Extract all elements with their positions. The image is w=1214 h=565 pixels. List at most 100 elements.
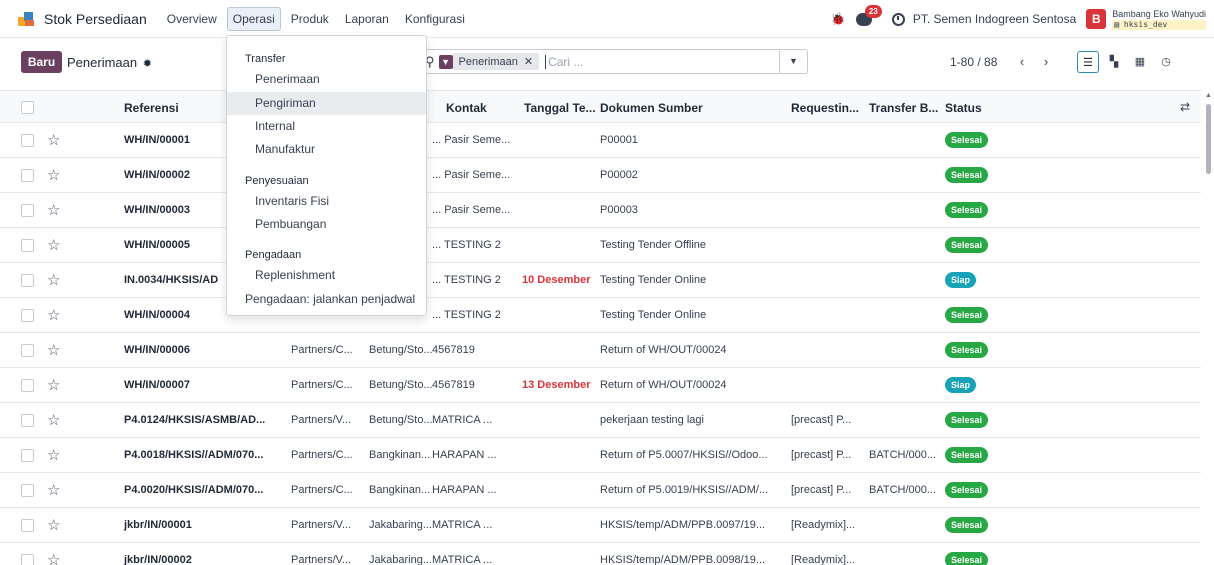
row-checkbox[interactable] — [21, 204, 34, 217]
cell-kontak: HARAPAN ... — [432, 484, 497, 496]
clock-icon[interactable] — [891, 12, 905, 26]
calendar-view-icon[interactable]: ▦ — [1129, 51, 1151, 73]
dropdown-item-replenishment[interactable]: Replenishment — [227, 264, 426, 287]
chevron-left-icon[interactable]: ‹ — [1012, 51, 1032, 73]
table-row[interactable]: ☆ WH/IN/00002 ... Pasir Seme... P00002 Seles… — [0, 158, 1201, 193]
row-checkbox[interactable] — [21, 554, 34, 565]
table-row[interactable]: ☆ WH/IN/00004 ... TESTING 2 Testing Tender … — [0, 298, 1201, 333]
dropdown-item-pengiriman[interactable]: Pengiriman — [227, 92, 426, 115]
list-view-icon[interactable]: ☰ — [1077, 51, 1099, 73]
row-checkbox[interactable] — [21, 134, 34, 147]
menu-laporan[interactable]: Laporan — [339, 7, 395, 31]
search-input[interactable] — [545, 54, 746, 69]
table-row[interactable]: ☆ P4.0020/HKSIS//ADM/070... Partners/C... B… — [0, 473, 1201, 508]
table-row[interactable]: ☆ WH/IN/00007 Partners/C... Betung/Sto... 45… — [0, 368, 1201, 403]
table-row[interactable]: ☆ WH/IN/00006 Partners/C... Betung/Sto... 45… — [0, 333, 1201, 368]
dropdown-item-jalankan-penjadwal[interactable]: Pengadaan: jalankan penjadwal — [227, 288, 426, 311]
pager-value[interactable]: 1-80 / 88 — [950, 55, 997, 69]
cell-lokasi-asal: Partners/V... — [291, 519, 352, 531]
table-row[interactable]: ☆ jkbr/IN/00002 Partners/V... Jakabaring...… — [0, 543, 1201, 565]
menu-produk[interactable]: Produk — [285, 7, 335, 31]
scroll-thumb[interactable] — [1206, 104, 1211, 174]
column-transfer-batch[interactable]: Transfer B... — [869, 101, 938, 115]
user-name: Bambang Eko Wahyudi — [1112, 8, 1206, 19]
column-settings-icon[interactable]: ⇄ — [1180, 100, 1190, 114]
kanban-view-icon[interactable]: ▚ — [1103, 51, 1125, 73]
table-row[interactable]: ☆ jkbr/IN/00001 Partners/V... Jakabaring...… — [0, 508, 1201, 543]
chevron-down-icon[interactable]: ▼ — [779, 50, 807, 73]
column-referensi[interactable]: Referensi — [124, 101, 179, 115]
cell-dokumen-sumber: P00002 — [600, 169, 638, 181]
status-badge: Selesai — [945, 517, 989, 533]
column-kontak[interactable]: Kontak — [446, 101, 487, 115]
cell-dokumen-sumber: P00003 — [600, 204, 638, 216]
star-icon[interactable]: ☆ — [47, 411, 60, 429]
star-icon[interactable]: ☆ — [47, 551, 60, 565]
dropdown-item-manufaktur[interactable]: Manufaktur — [227, 138, 426, 161]
close-icon[interactable]: ✕ — [524, 55, 533, 68]
cell-lokasi-asal: Partners/V... — [291, 554, 352, 565]
column-dokumen-sumber[interactable]: Dokumen Sumber — [600, 101, 703, 115]
column-requesting[interactable]: Requestin... — [791, 101, 859, 115]
new-button[interactable]: Baru — [21, 51, 62, 73]
column-status[interactable]: Status — [945, 101, 982, 115]
row-checkbox[interactable] — [21, 379, 34, 392]
company-switcher[interactable]: PT. Semen Indogreen Sentosa — [913, 12, 1076, 26]
table-row[interactable]: ☆ IN.0034/HKSIS/AD ... TESTING 2 10 Desembe… — [0, 263, 1201, 298]
dropdown-item-penerimaan[interactable]: Penerimaan — [227, 68, 426, 91]
row-checkbox[interactable] — [21, 274, 34, 287]
scrollbar[interactable]: ▲ — [1203, 90, 1214, 565]
star-icon[interactable]: ☆ — [47, 306, 60, 324]
star-icon[interactable]: ☆ — [47, 271, 60, 289]
page-title: Penerimaan — [67, 55, 138, 70]
status-badge: Selesai — [945, 552, 989, 565]
star-icon[interactable]: ☆ — [47, 516, 60, 534]
chevron-right-icon[interactable]: › — [1036, 51, 1056, 73]
row-checkbox[interactable] — [21, 414, 34, 427]
status-badge: Selesai — [945, 202, 989, 218]
star-icon[interactable]: ☆ — [47, 341, 60, 359]
row-checkbox[interactable] — [21, 484, 34, 497]
app-icon[interactable] — [18, 11, 34, 27]
activity-view-icon[interactable]: ◷ — [1155, 51, 1177, 73]
cell-lokasi-asal: Partners/V... — [291, 414, 352, 426]
cell-referensi: WH/IN/00001 — [124, 134, 191, 146]
table-row[interactable]: ☆ WH/IN/00003 ... Pasir Seme... P00003 Seles… — [0, 193, 1201, 228]
dropdown-item-inventaris-fisi[interactable]: Inventaris Fisi — [227, 190, 426, 213]
dropdown-section-transfer: Transfer — [245, 53, 286, 65]
cell-kontak: ... Pasir Seme... — [432, 169, 511, 181]
messaging-menu[interactable]: 23 — [855, 4, 882, 26]
star-icon[interactable]: ☆ — [47, 376, 60, 394]
gear-icon[interactable]: ✹ — [143, 58, 152, 70]
star-icon[interactable]: ☆ — [47, 166, 60, 184]
app-name[interactable]: Stok Persediaan — [44, 11, 147, 27]
avatar[interactable]: B — [1086, 9, 1107, 29]
column-tanggal[interactable]: Tanggal Te... — [524, 101, 596, 115]
bug-icon[interactable]: 🐞 — [831, 12, 846, 26]
table-row[interactable]: ☆ WH/IN/00005 ... TESTING 2 Testing Tender … — [0, 228, 1201, 263]
table-row[interactable]: ☆ P4.0124/HKSIS/ASMB/AD... Partners/V... Be… — [0, 403, 1201, 438]
row-checkbox[interactable] — [21, 519, 34, 532]
row-checkbox[interactable] — [21, 169, 34, 182]
table-row[interactable]: ☆ WH/IN/00001 ... Pasir Seme... P00001 Seles… — [0, 123, 1201, 158]
star-icon[interactable]: ☆ — [47, 446, 60, 464]
dropdown-item-internal[interactable]: Internal — [227, 115, 426, 138]
dropdown-item-pembuangan[interactable]: Pembuangan — [227, 213, 426, 236]
select-all-checkbox[interactable] — [21, 101, 34, 114]
star-icon[interactable]: ☆ — [47, 236, 60, 254]
cell-tanggal: 13 Desember — [522, 379, 591, 391]
row-checkbox[interactable] — [21, 239, 34, 252]
star-icon[interactable]: ☆ — [47, 131, 60, 149]
menu-konfigurasi[interactable]: Konfigurasi — [399, 7, 471, 31]
row-checkbox[interactable] — [21, 344, 34, 357]
star-icon[interactable]: ☆ — [47, 201, 60, 219]
table-row[interactable]: ☆ P4.0018/HKSIS//ADM/070... Partners/C... B… — [0, 438, 1201, 473]
star-icon[interactable]: ☆ — [47, 481, 60, 499]
status-badge: Selesai — [945, 237, 989, 253]
user-menu[interactable]: Bambang Eko Wahyudi ▤ hksis_dev — [1112, 9, 1206, 30]
scroll-up-icon[interactable]: ▲ — [1205, 92, 1212, 99]
row-checkbox[interactable] — [21, 309, 34, 322]
menu-overview[interactable]: Overview — [161, 7, 223, 31]
row-checkbox[interactable] — [21, 449, 34, 462]
menu-operasi[interactable]: Operasi — [226, 6, 281, 31]
